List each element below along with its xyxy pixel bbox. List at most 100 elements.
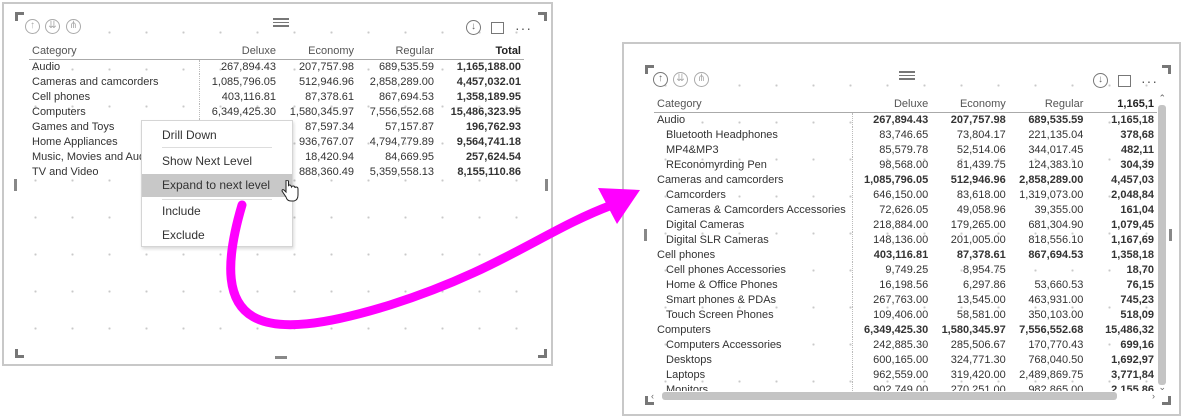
column-header-economy[interactable]: Economy (279, 44, 357, 60)
table-row-parent[interactable]: Audio 267,894.43 207,757.98 689,535.59 1,165… (654, 112, 1157, 127)
cell-economy: 58,581.00 (956, 308, 1006, 321)
table-row-child[interactable]: Bluetooth Headphones 83,746.65 73,804.17 22… (654, 127, 1157, 142)
drill-mode-icon[interactable]: ↓ (466, 20, 481, 35)
table-row-child[interactable]: Touch Screen Phones 109,406.00 58,581.00 35… (654, 307, 1157, 322)
column-header-total[interactable]: Total (437, 44, 524, 60)
table-row[interactable]: Cell phones 403,116.81 87,378.61 867,694.53… (29, 89, 524, 104)
cell-total: 1,079,45 (1111, 218, 1154, 231)
matrix-visual[interactable]: ↑ ⇊ ⋔ ↓ ··· Category Deluxe Economy Regu… (14, 12, 548, 359)
menu-item-show-next-level[interactable]: Show Next Level (142, 150, 292, 173)
row-category: Desktops (654, 352, 853, 367)
table-row-parent[interactable]: Cell phones 403,116.81 87,378.61 867,694.53… (654, 247, 1157, 262)
scroll-down-icon[interactable]: ⌄ (1158, 382, 1166, 393)
table-row-child[interactable]: Home & Office Phones 16,198.56 6,297.86 53,… (654, 277, 1157, 292)
table-row[interactable]: Cameras and camcorders 1,085,796.05 512,94… (29, 74, 524, 89)
row-category: Touch Screen Phones (654, 307, 853, 322)
cell-deluxe: 98,568.00 (879, 158, 929, 171)
row-category: Audio (654, 112, 853, 127)
table-row-child[interactable]: Cameras & Camcorders Accessories 72,626.0… (654, 202, 1157, 217)
table-row[interactable]: Computers 6,349,425.30 1,580,345.97 7,556,5… (29, 104, 524, 119)
menu-item-drill-down[interactable]: Drill Down (142, 124, 292, 147)
cell-economy: 324,771.30 (950, 353, 1006, 366)
table-row[interactable]: Audio 267,894.43 207,757.98 689,535.59 1,165… (29, 59, 524, 74)
row-category: REconomyrding Pen (654, 157, 853, 172)
resize-handle[interactable] (275, 356, 287, 359)
drill-mode-icon[interactable]: ↓ (1093, 73, 1108, 88)
cell-total: 2,155,86 (1111, 383, 1154, 392)
cell-deluxe: 109,406.00 (873, 308, 929, 321)
cell-deluxe: 9,749.25 (885, 263, 929, 276)
cell-total: 745,23 (1120, 293, 1154, 306)
row-category: Cameras and camcorders (654, 172, 853, 187)
resize-handle[interactable] (545, 179, 548, 191)
table-row-parent[interactable]: Computers 6,349,425.30 1,580,345.97 7,556,5… (654, 322, 1157, 337)
more-options-icon[interactable]: ··· (515, 21, 532, 35)
row-category: Cell phones (29, 89, 200, 104)
cell-total: 378,68 (1120, 128, 1154, 141)
cell-regular: 4,794,779.89 (369, 135, 434, 148)
row-category: Cell phones Accessories (654, 262, 853, 277)
drill-up-icon[interactable]: ↑ (653, 72, 668, 87)
drill-up-icon[interactable]: ↑ (25, 19, 40, 34)
row-category: Laptops (654, 367, 853, 382)
column-header-category[interactable]: Category (29, 44, 199, 60)
matrix-visual-expanded[interactable]: ↑ ⇊ ⋔ ↓ ··· Category Deluxe Economy Regu… (644, 65, 1172, 405)
scroll-left-icon[interactable]: ‹ (651, 391, 654, 401)
cell-deluxe: 6,349,425.30 (863, 323, 929, 336)
table-row-child[interactable]: Digital SLR Cameras 148,136.00 201,005.00 8… (654, 232, 1157, 247)
column-header-deluxe[interactable]: Deluxe (199, 44, 279, 60)
row-category: Computers Accessories (654, 337, 853, 352)
focus-mode-icon[interactable] (1118, 75, 1131, 87)
row-category: Home & Office Phones (654, 277, 853, 292)
drill-down-icon[interactable]: ⇊ (45, 19, 60, 34)
column-header-deluxe[interactable]: Deluxe (852, 97, 932, 113)
cell-total: 1,165,18 (1111, 113, 1154, 126)
table-row-child[interactable]: Smart phones & PDAs 267,763.00 13,545.00 46… (654, 292, 1157, 307)
table-row-child[interactable]: REconomyrding Pen 98,568.00 81,439.75 124,3… (654, 157, 1157, 172)
resize-handle[interactable] (1169, 229, 1172, 241)
table-row-child[interactable]: Cell phones Accessories 9,749.25 8,954.75 1… (654, 262, 1157, 277)
column-header-regular[interactable]: Regular (357, 44, 437, 60)
table-row-child[interactable]: MP4&MP3 85,579.78 52,514.06 344,017.45 482,1… (654, 142, 1157, 157)
row-category: Cell phones (654, 247, 853, 262)
table-row-child[interactable]: Computers Accessories 242,885.30 285,506.6… (654, 337, 1157, 352)
column-header-total[interactable]: 1,165,1 (1086, 97, 1157, 113)
drag-grip-icon[interactable] (899, 71, 915, 80)
table-row-child[interactable]: Digital Cameras 218,884.00 179,265.00 681,3… (654, 217, 1157, 232)
scroll-up-icon[interactable]: ⌃ (1158, 93, 1166, 104)
table-row-child[interactable]: Desktops 600,165.00 324,771.30 768,040.50 1,… (654, 352, 1157, 367)
cell-deluxe: 242,885.30 (873, 338, 929, 351)
drill-down-icon[interactable]: ⇊ (673, 72, 688, 87)
cell-deluxe: 267,894.43 (873, 113, 929, 126)
table-row-child[interactable]: Laptops 962,559.00 319,420.00 2,489,869.75 3… (654, 367, 1157, 382)
cell-total: 699,16 (1120, 338, 1154, 351)
cell-total: 1,358,189.95 (456, 90, 521, 103)
menu-item-include[interactable]: Include (142, 200, 292, 223)
cell-total: 1,165,188.00 (456, 60, 521, 73)
table-row-parent[interactable]: Cameras and camcorders 1,085,796.05 512,94… (654, 172, 1157, 187)
table-row-child[interactable]: Monitors 902,749.00 270,251.00 982,865.00 2,… (654, 382, 1157, 391)
resize-handle[interactable] (14, 179, 17, 191)
focus-mode-icon[interactable] (491, 22, 504, 34)
menu-item-exclude[interactable]: Exclude (142, 224, 292, 247)
cell-total: 15,486,32 (1105, 323, 1154, 336)
column-header-regular[interactable]: Regular (1008, 97, 1087, 113)
column-header-category[interactable]: Category (654, 97, 853, 113)
cell-total: 1,692,97 (1111, 353, 1154, 366)
drag-grip-icon[interactable] (273, 18, 289, 27)
cell-regular: 7,556,552.68 (1019, 323, 1084, 336)
cell-deluxe: 646,150.00 (873, 188, 929, 201)
menu-item-expand-next-level[interactable]: Expand to next level (142, 174, 292, 197)
expand-all-down-icon[interactable]: ⋔ (694, 72, 709, 87)
cell-regular: 7,556,552.68 (369, 105, 434, 118)
vertical-scrollbar[interactable] (1158, 105, 1166, 385)
more-options-icon[interactable]: ··· (1141, 74, 1157, 88)
horizontal-scrollbar[interactable] (662, 392, 1117, 400)
column-header-economy[interactable]: Economy (931, 97, 1009, 113)
cell-economy: 13,545.00 (956, 293, 1006, 306)
cell-economy: 201,005.00 (950, 233, 1006, 246)
cell-economy: 8,954.75 (962, 263, 1006, 276)
table-row-child[interactable]: Camcorders 646,150.00 83,618.00 1,319,073.0… (654, 187, 1157, 202)
scroll-right-icon[interactable]: › (1152, 391, 1155, 401)
expand-all-down-icon[interactable]: ⋔ (66, 19, 81, 34)
